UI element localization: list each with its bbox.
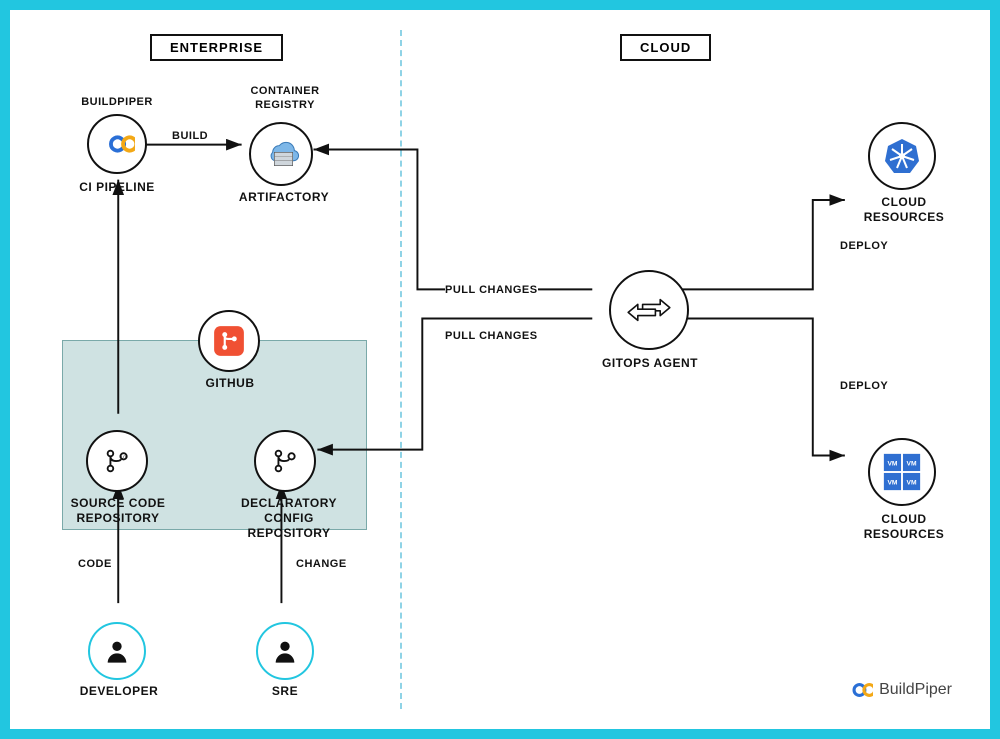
cloud-datacenter-icon: [261, 137, 301, 171]
sync-arrows-icon: [625, 293, 673, 327]
sre-node: [256, 622, 314, 680]
gitops-agent-node: [609, 270, 689, 350]
config-repo-label: DECLARATORY CONFIG REPOSITORY: [224, 496, 354, 541]
person-icon: [103, 637, 131, 665]
cloud-resources-k8s-node: [868, 122, 936, 190]
vm-grid-icon: VM VM VM VM: [881, 451, 923, 493]
svg-text:VM: VM: [907, 479, 917, 486]
github-node: [198, 310, 260, 372]
config-repo-node: [254, 430, 316, 492]
buildpiper-brand-text: BuildPiper: [879, 681, 952, 699]
container-registry-label: CONTAINER REGISTRY: [240, 85, 330, 113]
diagram-canvas: ENTERPRISE CLOUD: [30, 30, 970, 709]
cloud-resources-2-label: CLOUD RESOURCES: [856, 512, 952, 542]
edge-deploy-1-label: DEPLOY: [840, 240, 888, 252]
zone-divider: [400, 30, 402, 709]
branch-icon: </>: [102, 446, 132, 476]
source-repo-node: </>: [86, 430, 148, 492]
artifactory-label: ARTIFACTORY: [234, 190, 334, 205]
zone-cloud-label: CLOUD: [620, 34, 711, 61]
edge-change-label: CHANGE: [296, 558, 347, 570]
cloud-resources-1-label: CLOUD RESOURCES: [856, 195, 952, 225]
edge-pull-1-label: PULL CHANGES: [445, 284, 538, 296]
buildpiper-icon: [99, 133, 135, 155]
cloud-resources-vm-node: VM VM VM VM: [868, 438, 936, 506]
artifactory-node: [249, 122, 313, 186]
sre-label: SRE: [255, 684, 315, 699]
svg-text:VM: VM: [887, 460, 897, 467]
zone-enterprise-label: ENTERPRISE: [150, 34, 283, 61]
developer-node: [88, 622, 146, 680]
ci-pipeline-node: [87, 114, 147, 174]
buildpiper-label: BUILDPIPER: [72, 96, 162, 110]
git-icon: [212, 324, 246, 358]
kubernetes-icon: [882, 136, 922, 176]
edge-build-label: BUILD: [172, 130, 208, 142]
buildpiper-brand: BuildPiper: [845, 681, 952, 699]
edge-pull-2-label: PULL CHANGES: [445, 330, 538, 342]
person-icon: [271, 637, 299, 665]
ci-pipeline-label: CI PIPELINE: [70, 180, 164, 195]
buildpiper-logo-icon: [845, 681, 873, 699]
branch-config-icon: [270, 446, 300, 476]
source-repo-label: SOURCE CODE REPOSITORY: [66, 496, 170, 526]
svg-text:VM: VM: [907, 460, 917, 467]
github-label: GITHUB: [200, 376, 260, 391]
svg-text:VM: VM: [887, 479, 897, 486]
edge-code-label: CODE: [78, 558, 112, 570]
developer-label: DEVELOPER: [74, 684, 164, 699]
edge-deploy-2-label: DEPLOY: [840, 380, 888, 392]
gitops-agent-label: GITOPS AGENT: [593, 356, 707, 371]
